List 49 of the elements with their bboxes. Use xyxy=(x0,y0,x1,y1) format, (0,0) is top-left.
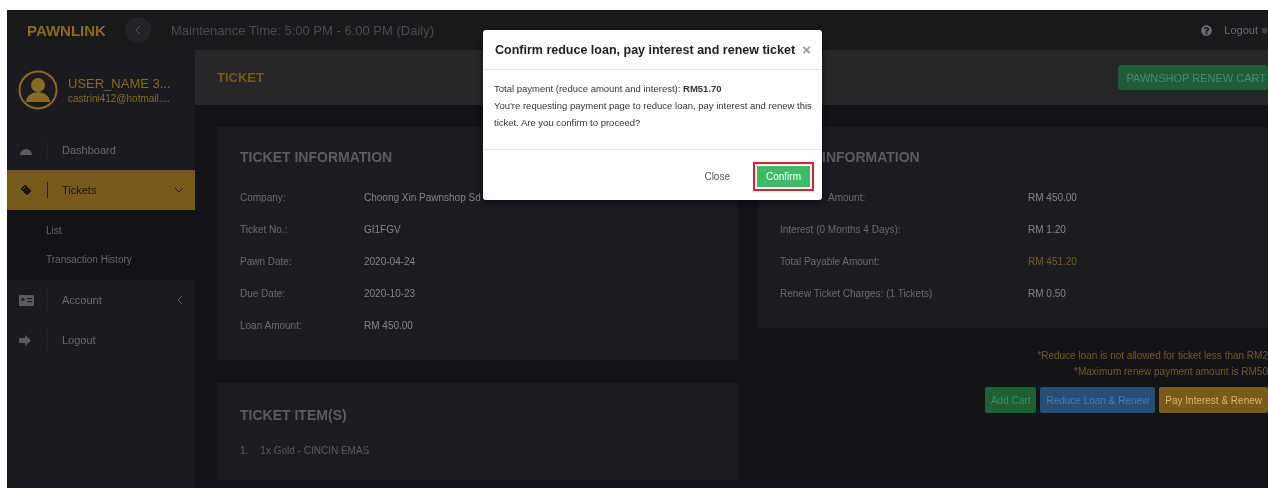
sign-out-icon xyxy=(1262,25,1268,35)
note-text: *Reduce loan is not allowed for ticket less than RM2 xyxy=(1037,350,1268,361)
field-value: RM 1.20 xyxy=(1028,223,1067,235)
card-title: TICKET INFORMATION xyxy=(240,149,394,165)
card-title: TICKET ITEM(S) xyxy=(240,407,348,423)
field-label: Company: xyxy=(240,191,287,203)
ticket-icon xyxy=(19,183,33,197)
id-card-icon xyxy=(19,294,34,306)
logo: PAWNLINK xyxy=(27,21,107,39)
card-title: INFORMATION xyxy=(822,149,921,165)
field-value: 2020-04-24 xyxy=(364,255,417,267)
chevron-left-icon xyxy=(135,26,141,34)
sidebar-item[interactable]: Account xyxy=(7,280,195,320)
avatar-icon xyxy=(18,70,58,110)
sidebar-item[interactable]: Logout xyxy=(7,320,195,360)
field-value: 2020-10-23 xyxy=(364,287,417,299)
ticket-item: 1x Gold - CINCIN EMAS xyxy=(260,445,370,456)
field-label: Loan Amount: xyxy=(240,319,303,331)
dialog-message: Total payment (reduce amount and interest): RM51.70 xyxy=(494,82,723,96)
field-value: GI1FGV xyxy=(364,223,402,235)
submenu-item[interactable]: List xyxy=(7,216,195,245)
field-value: RM 450.00 xyxy=(364,319,414,331)
field-value: RM 450.00 xyxy=(1028,191,1078,203)
field-value: RM 451.20 xyxy=(1028,255,1078,267)
close-button[interactable]: × xyxy=(802,42,811,57)
field-value: RM 0.50 xyxy=(1028,287,1067,299)
sign-out-icon xyxy=(19,334,32,346)
field-value: Choong Xin Pawnshop Sd xyxy=(364,191,482,203)
field-label: Renew Ticket Charges: (1 Tickets) xyxy=(780,287,934,299)
user-email: castrini412@hotmail.... xyxy=(68,93,171,104)
sidebar-item[interactable]: Dashboard xyxy=(7,130,195,170)
sidebar-item[interactable]: Tickets xyxy=(7,170,195,210)
close-button[interactable]: Close xyxy=(691,162,743,191)
dialog-title: Confirm reduce loan, pay interest and renew ticket xyxy=(495,42,796,57)
confirm-button[interactable]: Confirm xyxy=(753,162,814,191)
field-label: Interest (0 Months 4 Days): xyxy=(780,223,902,235)
dialog-message: You're requesting payment page to reduce loan, pay interest and renew this ticket. Are you confirm to proceed? xyxy=(494,99,812,130)
field-label: Total Payable Amount: xyxy=(780,255,881,267)
user-name: USER_NAME 3... xyxy=(68,76,171,91)
logout-link[interactable]: Logout xyxy=(1224,24,1258,36)
submenu-item[interactable]: Transaction History xyxy=(7,245,195,274)
field-label: Amount: xyxy=(828,191,867,203)
help-icon[interactable] xyxy=(1201,24,1213,36)
action-button[interactable]: Pay Interest & Renew xyxy=(1159,387,1268,413)
note-text: *Maximum renew payment amount is RM50 xyxy=(1074,366,1268,377)
field-label: Ticket No.: xyxy=(240,223,289,235)
field-label: Due Date: xyxy=(240,287,287,299)
page-title: TICKET xyxy=(217,70,264,85)
field-label: Pawn Date: xyxy=(240,255,293,267)
